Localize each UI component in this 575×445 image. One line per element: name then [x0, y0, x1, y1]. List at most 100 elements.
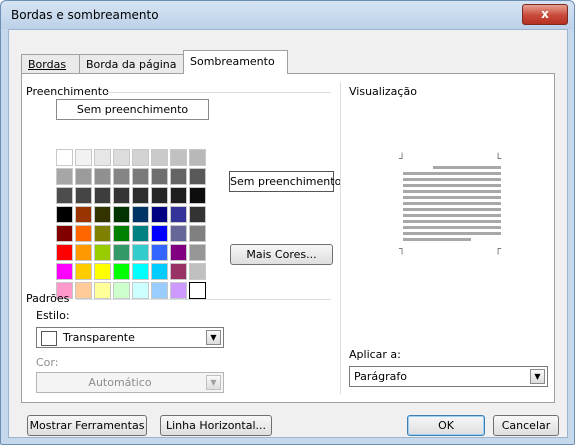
title-bar[interactable]: Bordas e sombreamento x — [1, 1, 574, 29]
chevron-down-icon: ▼ — [530, 369, 545, 384]
preview-text-line — [403, 184, 501, 187]
color-swatch[interactable] — [189, 244, 206, 261]
color-swatch[interactable] — [132, 225, 149, 242]
color-swatch[interactable] — [94, 149, 111, 166]
color-swatch[interactable] — [75, 149, 92, 166]
preview-text-line — [403, 190, 501, 193]
color-swatch[interactable] — [56, 168, 73, 185]
color-swatch[interactable] — [132, 206, 149, 223]
color-swatch[interactable] — [189, 225, 206, 242]
dialog-window: Bordas e sombreamento x Bordas Borda da … — [0, 0, 575, 445]
cancel-label: Cancelar — [501, 419, 551, 432]
color-swatch[interactable] — [75, 244, 92, 261]
color-swatch[interactable] — [113, 244, 130, 261]
color-swatch[interactable] — [170, 244, 187, 261]
color-swatch[interactable] — [151, 263, 168, 280]
color-swatch[interactable] — [94, 168, 111, 185]
tab-label: Bordas — [28, 58, 67, 71]
color-swatch[interactable] — [56, 244, 73, 261]
color-swatch[interactable] — [170, 149, 187, 166]
color-swatch[interactable] — [113, 282, 130, 299]
color-swatch[interactable] — [189, 206, 206, 223]
preview-text-line — [403, 196, 501, 199]
color-swatch[interactable] — [113, 149, 130, 166]
color-swatch[interactable] — [132, 263, 149, 280]
color-swatch[interactable] — [113, 206, 130, 223]
color-value: Automático — [88, 376, 152, 389]
color-swatch[interactable] — [94, 244, 111, 261]
color-swatch[interactable] — [56, 263, 73, 280]
color-swatch[interactable] — [56, 225, 73, 242]
color-swatch[interactable] — [170, 168, 187, 185]
color-swatch[interactable] — [132, 187, 149, 204]
color-swatch[interactable] — [75, 263, 92, 280]
color-swatch[interactable] — [75, 282, 92, 299]
tab-borda-da-pagina[interactable]: Borda da página — [79, 54, 184, 73]
tab-label: Borda da página — [86, 58, 177, 71]
color-swatch[interactable] — [113, 187, 130, 204]
color-swatch[interactable] — [189, 168, 206, 185]
color-swatch[interactable] — [189, 187, 206, 204]
color-swatch[interactable] — [151, 244, 168, 261]
crop-mark-tr: └ — [495, 154, 502, 165]
ok-label: OK — [438, 419, 454, 432]
ok-button[interactable]: OK — [407, 415, 485, 436]
dialog-body: Bordas Borda da página Sombreamento Pree… — [8, 29, 568, 438]
color-swatch[interactable] — [75, 187, 92, 204]
preview-text-line — [433, 166, 501, 169]
color-swatch[interactable] — [170, 225, 187, 242]
patterns-group-label: Padrões — [26, 292, 70, 305]
color-swatch[interactable] — [132, 168, 149, 185]
color-swatch[interactable] — [132, 244, 149, 261]
show-toolbar-button[interactable]: Mostrar Ferramentas — [27, 415, 147, 436]
color-swatch[interactable] — [189, 263, 206, 280]
color-swatch[interactable] — [170, 263, 187, 280]
color-swatch[interactable] — [151, 282, 168, 299]
color-swatch[interactable] — [170, 206, 187, 223]
no-fill-option[interactable]: Sem preenchimento — [56, 99, 209, 120]
color-swatch[interactable] — [189, 282, 206, 299]
preview-text-line — [403, 226, 501, 229]
color-swatch[interactable] — [94, 187, 111, 204]
color-swatch[interactable] — [75, 225, 92, 242]
color-swatch[interactable] — [94, 282, 111, 299]
color-swatch[interactable] — [56, 187, 73, 204]
color-swatch[interactable] — [151, 149, 168, 166]
color-swatch[interactable] — [170, 187, 187, 204]
color-swatch[interactable] — [189, 149, 206, 166]
style-label: Estilo: — [36, 309, 70, 322]
color-swatch[interactable] — [113, 263, 130, 280]
cancel-button[interactable]: Cancelar — [493, 415, 559, 436]
color-swatch[interactable] — [113, 168, 130, 185]
color-swatch[interactable] — [75, 168, 92, 185]
color-swatch[interactable] — [132, 282, 149, 299]
more-colors-button[interactable]: Mais Cores... — [230, 244, 333, 265]
color-swatch[interactable] — [113, 225, 130, 242]
horizontal-line-button[interactable]: Linha Horizontal... — [160, 415, 272, 436]
color-swatch[interactable] — [56, 206, 73, 223]
color-swatch[interactable] — [151, 206, 168, 223]
tab-label: Sombreamento — [190, 55, 275, 68]
color-swatch[interactable] — [94, 225, 111, 242]
patterns-group-divider — [76, 299, 331, 300]
color-swatch[interactable] — [151, 225, 168, 242]
preview-label: Visualização — [349, 85, 417, 98]
color-swatch[interactable] — [75, 206, 92, 223]
tab-bordas[interactable]: Bordas — [21, 54, 80, 73]
crop-mark-tl: ┘ — [399, 154, 406, 165]
color-swatch[interactable] — [56, 149, 73, 166]
color-swatch[interactable] — [132, 149, 149, 166]
color-swatch[interactable] — [94, 263, 111, 280]
color-swatch[interactable] — [170, 282, 187, 299]
color-dropdown[interactable]: Automático ▼ — [36, 372, 224, 393]
apply-to-value: Parágrafo — [354, 370, 407, 383]
color-swatch[interactable] — [94, 206, 111, 223]
color-swatch[interactable] — [151, 168, 168, 185]
no-fill-label: Sem preenchimento — [76, 103, 189, 116]
apply-to-dropdown[interactable]: Parágrafo ▼ — [349, 366, 548, 387]
color-swatch[interactable] — [151, 187, 168, 204]
style-dropdown[interactable]: Transparente ▼ — [36, 327, 224, 348]
close-button[interactable]: x — [522, 4, 568, 25]
tab-sombreamento[interactable]: Sombreamento — [183, 50, 288, 74]
shading-panel: Preenchimento Sem preenchimento Sem pree… — [21, 73, 555, 403]
